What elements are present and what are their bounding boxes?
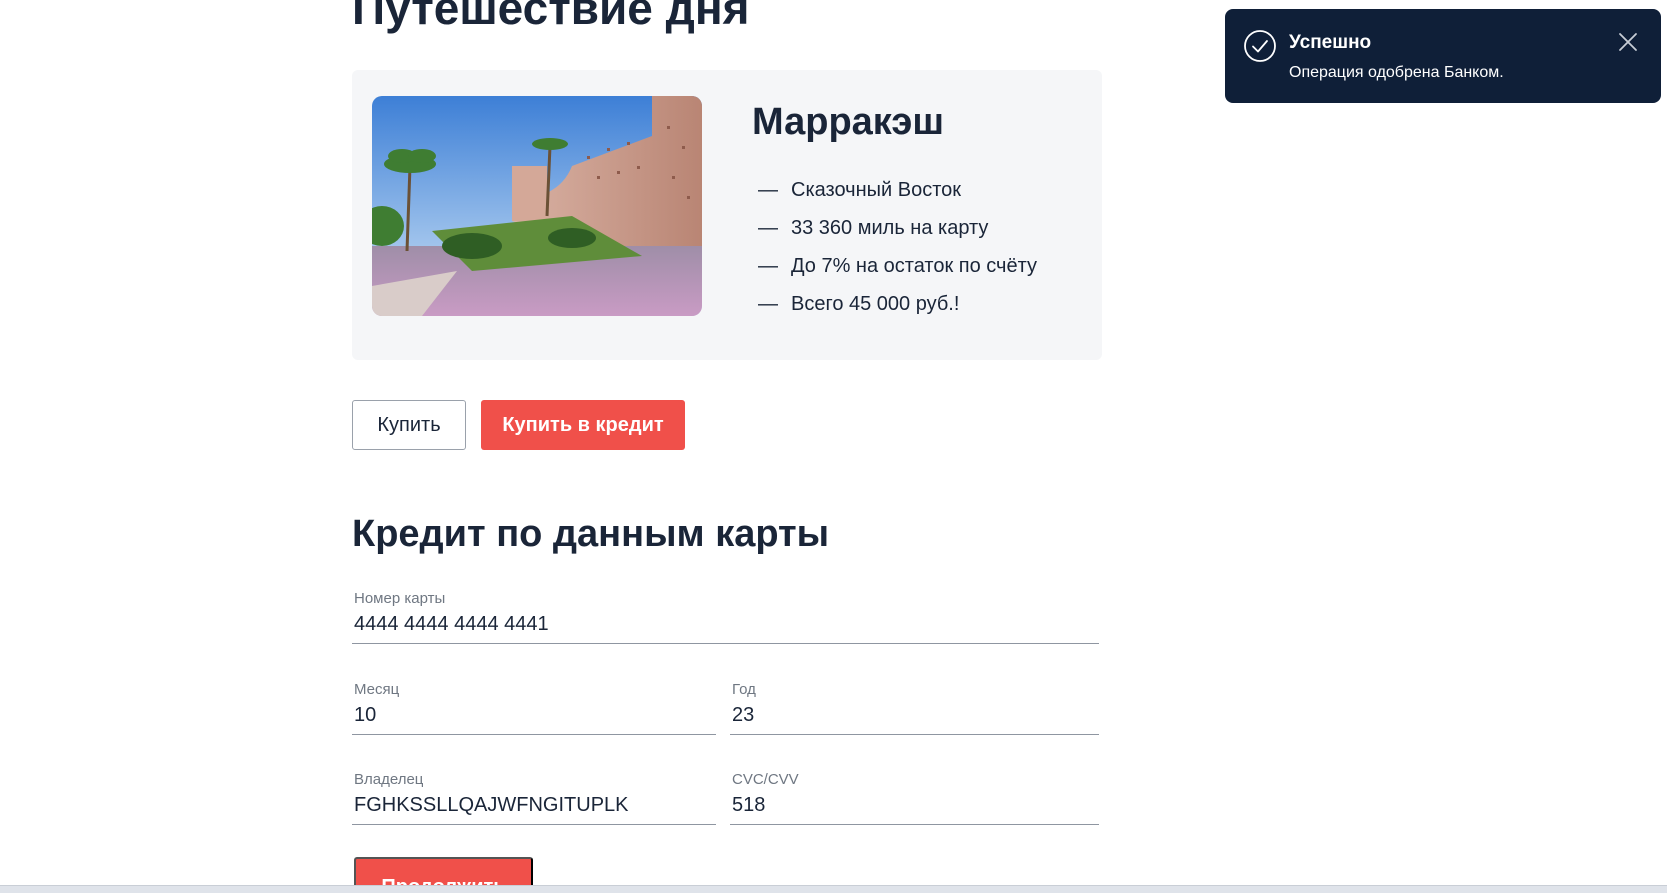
dash-bullet: — — [758, 255, 778, 277]
tour-image — [372, 96, 702, 316]
feature-item: — Сказочный Восток — [758, 171, 1037, 209]
feature-text: Сказочный Восток — [791, 179, 961, 201]
owner-field: Владелец — [352, 771, 716, 825]
dash-bullet: — — [758, 179, 778, 201]
page: Путешествие дня Марракэш — Сказочный Вос… — [0, 0, 1667, 893]
form-title: Кредит по данным карты — [352, 513, 830, 555]
year-field: Год — [730, 681, 1099, 735]
feature-item: — 33 360 миль на карту — [758, 209, 1037, 247]
owner-input[interactable] — [354, 791, 714, 819]
success-notification: Успешно Операция одобрена Банком. — [1225, 9, 1661, 103]
feature-item: — До 7% на остаток по счёту — [758, 247, 1037, 285]
card-number-input[interactable] — [354, 610, 1097, 638]
notification-title: Успешно — [1289, 32, 1372, 53]
feature-list: — Сказочный Восток —33 360 миль на карту … — [758, 171, 1037, 323]
browser-bottom-edge — [0, 885, 1667, 893]
year-input[interactable] — [732, 701, 1097, 729]
month-label: Месяц — [354, 681, 400, 698]
feature-text: Всего 45 000 руб.! — [791, 293, 960, 315]
tour-photo — [372, 96, 702, 316]
feature-text: До 7% на остаток по счёту — [791, 255, 1037, 277]
card-number-label: Номер карты — [354, 590, 446, 607]
cvc-label: CVC/CVV — [732, 771, 799, 788]
notification-message: Операция одобрена Банком. — [1289, 64, 1504, 81]
close-icon[interactable] — [1617, 31, 1639, 53]
page-title: Путешествие дня — [352, 0, 750, 34]
buy-credit-button[interactable]: Купить в кредит — [481, 400, 685, 450]
feature-text: 33 360 миль на карту — [791, 217, 989, 239]
check-circle-icon — [1244, 30, 1276, 62]
month-input[interactable] — [354, 701, 714, 729]
dash-bullet: — — [758, 217, 778, 239]
dash-bullet: — — [758, 293, 778, 315]
owner-label: Владелец — [354, 771, 424, 788]
buy-button[interactable]: Купить — [352, 400, 466, 450]
card-number-field: Номер карты — [352, 590, 1099, 644]
year-label: Год — [732, 681, 756, 698]
month-field: Месяц — [352, 681, 716, 735]
tour-card: Марракэш — Сказочный Восток — 33 360 миль … — [352, 70, 1102, 360]
cvc-input[interactable] — [732, 791, 1097, 819]
tour-title: Марракэш — [752, 101, 944, 143]
cvc-field: CVC/CVV — [730, 771, 1099, 825]
feature-item: — Всего 45 000 руб.! — [758, 285, 1037, 323]
